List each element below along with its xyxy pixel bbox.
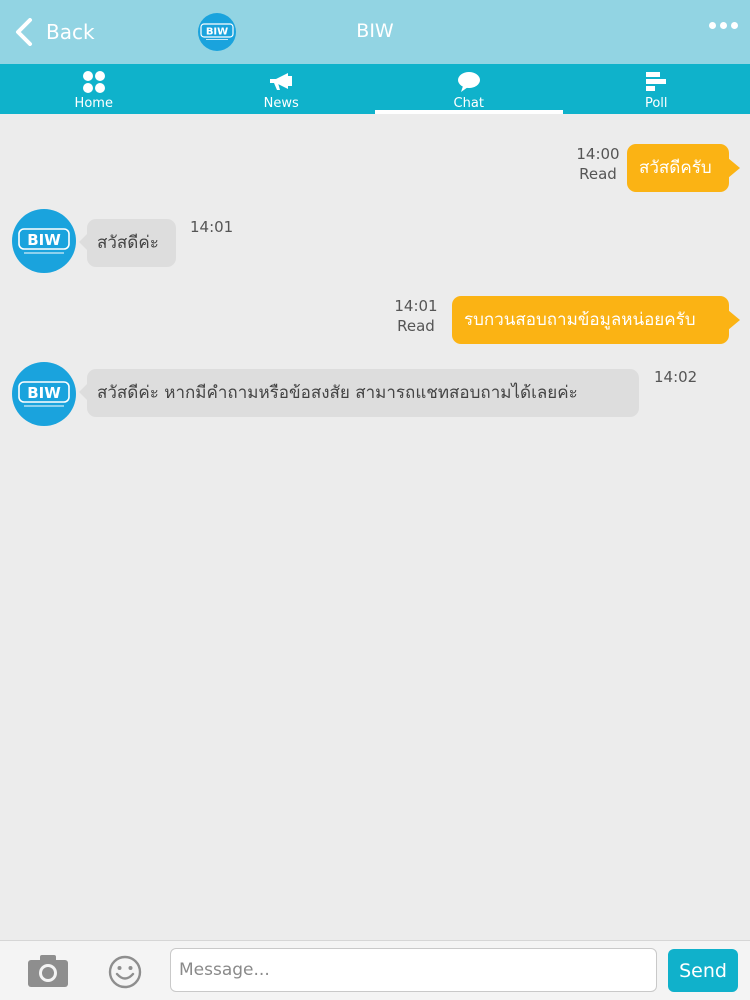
biw-logo-icon: BIW xyxy=(18,381,70,407)
more-options-icon[interactable] xyxy=(709,22,738,29)
tab-chat[interactable]: Chat xyxy=(375,64,563,114)
message-meta: 14:00 Read xyxy=(572,144,624,184)
back-label: Back xyxy=(46,20,95,44)
page-title: BIW xyxy=(356,20,394,42)
svg-text:BIW: BIW xyxy=(27,384,61,402)
back-button[interactable]: Back xyxy=(14,14,95,50)
tab-poll[interactable]: Poll xyxy=(563,64,750,114)
avatar[interactable]: BIW xyxy=(12,362,76,426)
message-composer: Send xyxy=(0,940,750,1000)
tab-home[interactable]: Home xyxy=(0,64,188,114)
incoming-message-bubble[interactable]: สวัสดีค่ะ หากมีคำถามหรือข้อสงสัย สามารถแ… xyxy=(79,369,639,417)
send-button[interactable]: Send xyxy=(668,949,738,992)
logo-text: BIW xyxy=(206,27,228,38)
biw-logo-icon: BIW xyxy=(200,23,234,40)
message-time: 14:00 xyxy=(576,145,620,163)
read-status: Read xyxy=(397,317,435,335)
svg-text:BIW: BIW xyxy=(27,231,61,249)
chat-area[interactable]: 14:00 Read สวัสดีครับ BIW สวัสดีค่ะ 14:0… xyxy=(0,114,750,940)
tab-bar: Home News Chat Poll xyxy=(0,64,750,114)
message-time: 14:02 xyxy=(654,368,698,386)
tab-chat-label: Chat xyxy=(453,96,484,111)
outgoing-message-bubble[interactable]: รบกวนสอบถามข้อมูลหน่อยครับ xyxy=(452,296,740,344)
biw-logo-icon: BIW xyxy=(18,228,70,254)
tab-news[interactable]: News xyxy=(188,64,376,114)
tab-home-label: Home xyxy=(74,96,113,111)
camera-icon xyxy=(28,955,68,987)
message-time: 14:01 xyxy=(394,297,438,315)
brand-logo: BIW xyxy=(198,13,236,51)
megaphone-icon xyxy=(268,70,294,94)
outgoing-message-bubble[interactable]: สวัสดีครับ xyxy=(627,144,740,192)
message-input[interactable] xyxy=(170,948,657,992)
grid-icon xyxy=(82,70,106,94)
top-bar: Back BIW BIW xyxy=(0,0,750,64)
message-time: 14:01 xyxy=(190,218,234,236)
avatar[interactable]: BIW xyxy=(12,209,76,273)
message-meta: 14:01 Read xyxy=(390,296,442,336)
camera-button[interactable] xyxy=(27,954,69,992)
chevron-left-icon xyxy=(16,18,32,46)
incoming-message-bubble[interactable]: สวัสดีค่ะ xyxy=(79,219,176,267)
smiley-icon xyxy=(108,955,142,989)
tab-news-label: News xyxy=(263,96,299,111)
emoji-button[interactable] xyxy=(108,955,142,993)
speech-bubble-icon xyxy=(457,70,481,94)
read-status: Read xyxy=(579,165,617,183)
bar-chart-icon xyxy=(644,70,668,94)
tab-poll-label: Poll xyxy=(644,96,668,111)
